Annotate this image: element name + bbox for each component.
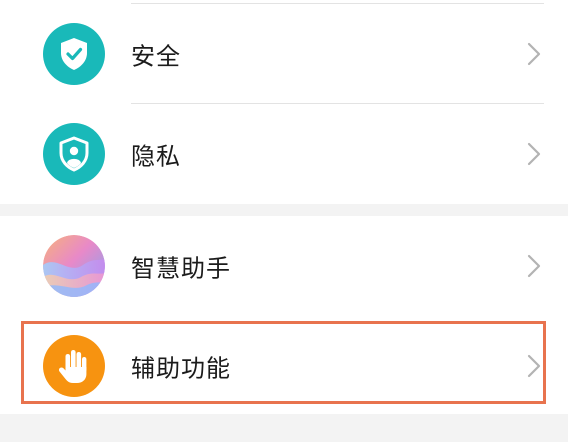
- settings-item-smart-assistant[interactable]: 智慧助手: [0, 216, 568, 316]
- settings-item-label: 安全: [131, 42, 181, 71]
- hand-icon: [43, 335, 105, 397]
- settings-item-privacy[interactable]: 隐私: [0, 104, 568, 204]
- settings-item-label: 辅助功能: [131, 354, 231, 383]
- settings-group-assistant: 智慧助手 辅助功能: [0, 216, 568, 414]
- settings-screen: 安全 隐私 智慧助手 辅助功能: [0, 0, 568, 442]
- chevron-right-icon: [527, 142, 541, 166]
- settings-item-security[interactable]: 安全: [0, 4, 568, 104]
- settings-item-label: 智慧助手: [131, 254, 231, 283]
- shield-user-icon: [43, 123, 105, 185]
- settings-item-accessibility[interactable]: 辅助功能: [0, 316, 568, 416]
- chevron-right-icon: [527, 42, 541, 66]
- chevron-right-icon: [527, 254, 541, 278]
- settings-item-label: 隐私: [131, 142, 181, 171]
- chevron-right-icon: [527, 354, 541, 378]
- shield-check-icon: [43, 23, 105, 85]
- settings-group-security: 安全 隐私: [0, 0, 568, 204]
- smart-assistant-icon: [43, 235, 105, 297]
